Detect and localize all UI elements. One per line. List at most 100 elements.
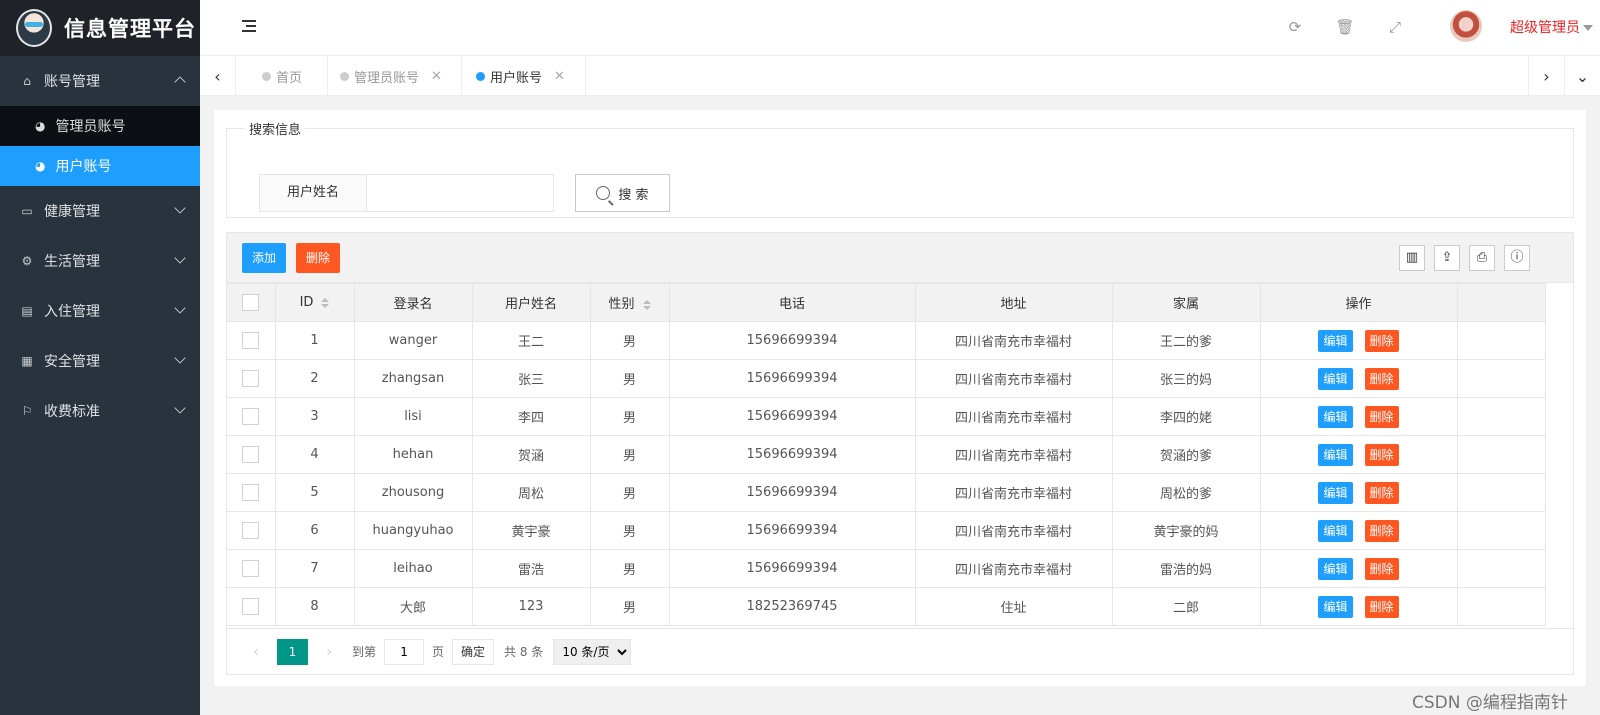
table-cell: 5	[274, 473, 355, 512]
columns-filter-icon[interactable]: ▥	[1399, 245, 1425, 271]
tab-label: 管理员账号	[354, 70, 420, 86]
next-page-icon[interactable]: ›	[314, 644, 344, 660]
chevron-down-icon	[174, 402, 186, 414]
user-name[interactable]: 超级管理员	[1510, 17, 1580, 37]
page-size-select[interactable]: 10 条/页	[553, 638, 632, 665]
tab-home[interactable]: 首页	[236, 56, 328, 96]
sidebar-item-admin-accounts[interactable]: ◕ 管理员账号	[0, 106, 200, 146]
delete-button[interactable]: 删除	[1364, 519, 1399, 542]
select-all-checkbox[interactable]	[242, 294, 260, 311]
current-page[interactable]: 1	[277, 638, 308, 665]
delete-button[interactable]: 删除	[1364, 481, 1399, 504]
tab-admin-accounts[interactable]: 管理员账号 ✕	[328, 56, 462, 96]
column-header-address: 地址	[914, 283, 1113, 322]
search-button-label: 搜 索	[618, 187, 649, 203]
edit-button[interactable]: 编辑	[1318, 557, 1353, 580]
sidebar-group-account[interactable]: ⌂ 账号管理	[0, 56, 200, 106]
table-body: 1 wanger 王二男 15696699394 四川省南充市幸福村 王二的爹 编辑 删除 2 z…	[227, 321, 1546, 626]
sidebar-group-fees[interactable]: ⚐ 收费标准	[0, 386, 200, 436]
delete-button[interactable]: 删除	[1364, 557, 1399, 580]
tab-dropdown-icon[interactable]: ⌄	[1564, 56, 1600, 96]
chevron-up-icon	[174, 76, 186, 88]
table-cell: wanger	[353, 321, 473, 360]
edit-button[interactable]: 编辑	[1318, 481, 1353, 504]
tab-scroll-right-icon[interactable]: ›	[1528, 56, 1564, 96]
batch-delete-button[interactable]: 删除	[296, 243, 341, 273]
row-actions: 编辑 删除	[1259, 549, 1458, 588]
table-cell: 贺涵的爹	[1111, 435, 1261, 474]
edit-button[interactable]: 编辑	[1318, 595, 1353, 618]
print-icon[interactable]: ⎙	[1469, 245, 1495, 271]
edit-button[interactable]: 编辑	[1318, 443, 1353, 466]
table-cell: zhangsan	[353, 359, 473, 398]
flag-icon: ⚐	[21, 404, 33, 418]
goto-confirm-button[interactable]: 确定	[452, 638, 495, 665]
row-checkbox[interactable]	[242, 332, 260, 349]
info-icon[interactable]: ⓘ	[1504, 245, 1530, 271]
column-header-name: 用户姓名	[471, 283, 591, 322]
avatar[interactable]	[1450, 10, 1482, 42]
delete-button[interactable]: 删除	[1364, 329, 1399, 352]
sidebar-group-security[interactable]: ▦ 安全管理	[0, 336, 200, 386]
close-icon[interactable]: ✕	[431, 69, 442, 84]
tab-label: 用户账号	[490, 70, 543, 86]
row-checkbox[interactable]	[242, 408, 260, 425]
caret-down-icon[interactable]	[1583, 25, 1593, 31]
table-cell: 男	[589, 549, 670, 588]
table-cell-empty	[1456, 549, 1546, 588]
export-icon[interactable]: ⇪	[1434, 245, 1460, 271]
sidebar-group-label: 收费标准	[44, 404, 100, 420]
table-cell: 8	[274, 587, 355, 626]
edit-button[interactable]: 编辑	[1318, 405, 1353, 428]
gears-icon: ⚙	[21, 254, 33, 268]
table-cell: 15696699394	[668, 549, 916, 588]
sidebar-item-user-accounts[interactable]: ◕ 用户账号	[0, 146, 200, 186]
sidebar-group-life[interactable]: ⚙ 生活管理	[0, 236, 200, 286]
tab-user-accounts[interactable]: 用户账号 ✕	[462, 56, 586, 96]
goto-page-input[interactable]	[384, 638, 425, 665]
row-actions: 编辑 删除	[1259, 397, 1458, 436]
search-fieldset: 搜索信息 用户姓名 搜 索	[226, 119, 1574, 218]
prev-page-icon[interactable]: ‹	[241, 644, 271, 660]
column-header-id[interactable]: ID	[274, 283, 355, 322]
sort-icon[interactable]	[321, 297, 330, 308]
chevron-down-icon	[174, 352, 186, 364]
edit-button[interactable]: 编辑	[1318, 329, 1353, 352]
add-button[interactable]: 添加	[242, 243, 287, 273]
row-checkbox[interactable]	[242, 522, 260, 539]
trash-icon[interactable]: 🗑	[1335, 17, 1355, 37]
row-checkbox[interactable]	[242, 484, 260, 501]
delete-button[interactable]: 删除	[1364, 367, 1399, 390]
sidebar-group-checkin[interactable]: ▤ 入住管理	[0, 286, 200, 336]
tab-scroll-left-icon[interactable]: ‹	[200, 56, 236, 96]
search-input[interactable]	[366, 174, 554, 212]
logo[interactable]: 信息管理平台	[0, 0, 200, 56]
row-checkbox[interactable]	[242, 598, 260, 615]
row-select-cell	[227, 397, 276, 436]
menu-toggle-icon[interactable]	[242, 20, 258, 34]
sidebar-group-health[interactable]: ▭ 健康管理	[0, 186, 200, 236]
table-cell: leihao	[353, 549, 473, 588]
search-button[interactable]: 搜 索	[575, 174, 670, 212]
row-select-cell	[227, 359, 276, 398]
delete-button[interactable]: 删除	[1364, 405, 1399, 428]
column-header-gender[interactable]: 性别	[589, 283, 670, 322]
table-row: 2 zhangsan 张三男 15696699394 四川省南充市幸福村 张三的妈 编辑 删除	[227, 359, 1546, 398]
fullscreen-icon[interactable]: ⤢	[1385, 17, 1405, 37]
table-cell: 4	[274, 435, 355, 474]
row-checkbox[interactable]	[242, 370, 260, 387]
sidebar-item-label: 管理员账号	[55, 119, 126, 135]
close-icon[interactable]: ✕	[554, 69, 565, 84]
data-table-container: 添加 删除 ▥ ⇪ ⎙ ⓘ ID 登录名 用户姓名 性别 电话 地址 家属 操作…	[226, 232, 1574, 675]
row-checkbox[interactable]	[242, 446, 260, 463]
delete-button[interactable]: 删除	[1364, 595, 1399, 618]
edit-button[interactable]: 编辑	[1318, 519, 1353, 542]
table-cell: 四川省南充市幸福村	[914, 321, 1113, 360]
edit-button[interactable]: 编辑	[1318, 367, 1353, 390]
tab-label: 首页	[276, 70, 303, 86]
row-checkbox[interactable]	[242, 560, 260, 577]
sort-icon[interactable]	[642, 299, 651, 310]
delete-button[interactable]: 删除	[1364, 443, 1399, 466]
refresh-icon[interactable]: ⟳	[1285, 17, 1305, 37]
table-cell: 王二	[471, 321, 591, 360]
